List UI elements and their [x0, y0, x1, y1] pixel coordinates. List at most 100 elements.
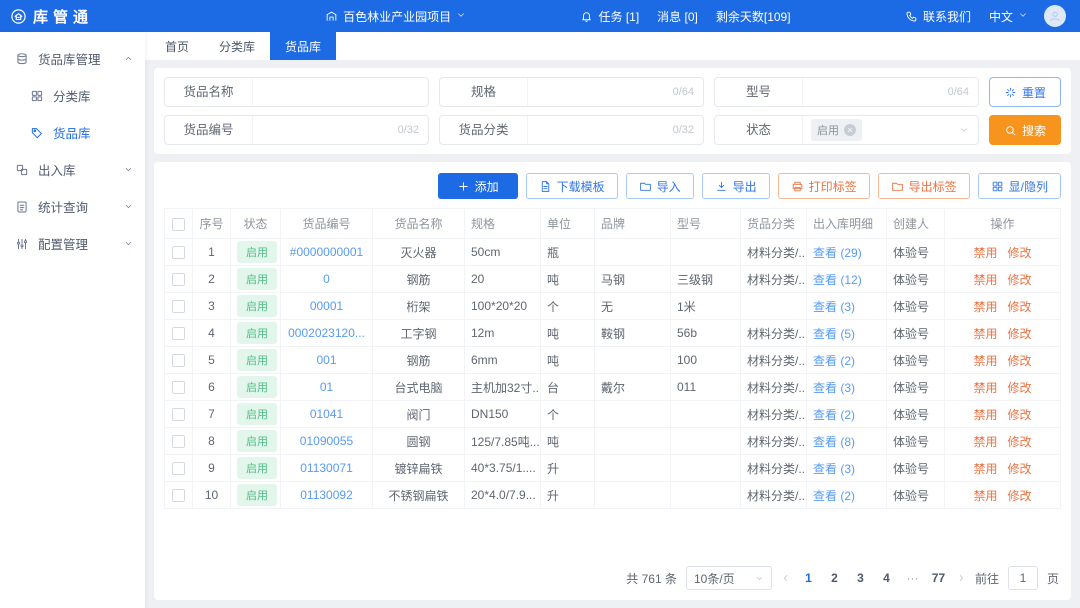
disable-link[interactable]: 禁用: [973, 300, 997, 314]
edit-link[interactable]: 修改: [1008, 489, 1032, 503]
goods-name-input[interactable]: [253, 78, 428, 106]
spec-input[interactable]: [528, 78, 673, 106]
edit-link[interactable]: 修改: [1008, 300, 1032, 314]
model-input[interactable]: [803, 78, 948, 106]
disable-link[interactable]: 禁用: [973, 327, 997, 341]
edit-link[interactable]: 修改: [1008, 327, 1032, 341]
export-button[interactable]: 导出: [702, 173, 770, 199]
page-number[interactable]: 3: [852, 571, 869, 585]
disable-link[interactable]: 禁用: [973, 246, 997, 260]
row-checkbox[interactable]: [172, 381, 185, 394]
goods-code-link[interactable]: 00001: [310, 299, 343, 313]
row-checkbox[interactable]: [172, 273, 185, 286]
goods-code-link[interactable]: 01: [320, 380, 333, 394]
cell-name: 镀锌扁铁: [373, 455, 465, 482]
language-selector[interactable]: 中文: [989, 8, 1028, 25]
cell-index: 1: [193, 239, 231, 266]
user-avatar[interactable]: [1044, 5, 1066, 27]
view-record-link[interactable]: 查看 (8): [813, 435, 855, 449]
view-record-link[interactable]: 查看 (2): [813, 408, 855, 422]
sidebar-item-statistics-query[interactable]: 统计查询: [0, 188, 145, 225]
next-page-button[interactable]: [956, 573, 966, 583]
disable-link[interactable]: 禁用: [973, 408, 997, 422]
view-record-link[interactable]: 查看 (3): [813, 300, 855, 314]
goods-code-link[interactable]: 01130071: [300, 461, 353, 475]
goods-code-input[interactable]: [253, 116, 398, 144]
sidebar-item-category-library[interactable]: 分类库: [0, 77, 145, 114]
view-record-link[interactable]: 查看 (3): [813, 462, 855, 476]
edit-link[interactable]: 修改: [1008, 408, 1032, 422]
cell-spec: 20: [465, 266, 541, 293]
page-number[interactable]: 1: [800, 571, 817, 585]
download-template-button[interactable]: 下载模板: [526, 173, 618, 199]
view-record-link[interactable]: 查看 (12): [813, 273, 862, 287]
search-button[interactable]: 搜索: [989, 115, 1061, 145]
disable-link[interactable]: 禁用: [973, 273, 997, 287]
row-checkbox[interactable]: [172, 489, 185, 502]
contact-button[interactable]: 联系我们: [905, 8, 971, 25]
goods-code-link[interactable]: 0002023120...: [288, 326, 365, 340]
clear-tag-icon[interactable]: [844, 124, 856, 136]
goods-code-link[interactable]: 01090055: [300, 434, 353, 448]
export-tags-button[interactable]: 导出标签: [878, 173, 970, 199]
print-label-button[interactable]: 打印标签: [778, 173, 870, 199]
disable-link[interactable]: 禁用: [973, 462, 997, 476]
goods-code-link[interactable]: 01041: [310, 407, 343, 421]
messages-button[interactable]: 消息 [0]: [657, 8, 698, 25]
sidebar-item-configuration-management[interactable]: 配置管理: [0, 225, 145, 262]
disable-link[interactable]: 禁用: [973, 489, 997, 503]
edit-link[interactable]: 修改: [1008, 462, 1032, 476]
import-label: 导入: [657, 178, 681, 195]
goto-page-input[interactable]: [1008, 566, 1038, 590]
sidebar-item-goods-library-management[interactable]: 货品库管理: [0, 40, 145, 77]
goods-code-link[interactable]: 0: [323, 272, 330, 286]
status-select[interactable]: 状态 启用: [714, 115, 979, 145]
reset-button[interactable]: 重置: [989, 77, 1061, 107]
page-number[interactable]: 77: [930, 571, 947, 585]
row-checkbox[interactable]: [172, 354, 185, 367]
tab-category-library[interactable]: 分类库: [204, 32, 270, 60]
add-button[interactable]: 添加: [438, 173, 518, 199]
view-record-link[interactable]: 查看 (2): [813, 354, 855, 368]
row-checkbox[interactable]: [172, 408, 185, 421]
disable-link[interactable]: 禁用: [973, 435, 997, 449]
import-button[interactable]: 导入: [626, 173, 694, 199]
tasks-button[interactable]: 任务 [1]: [580, 8, 639, 25]
page-number[interactable]: 2: [826, 571, 843, 585]
table-row: 7 启用 01041 阀门 DN150 个 材料分类/... 查看 (2) 体验…: [165, 401, 1061, 428]
total-count: 共 761 条: [626, 570, 677, 587]
edit-link[interactable]: 修改: [1008, 381, 1032, 395]
toggle-columns-button[interactable]: 显/隐列: [978, 173, 1061, 199]
tab-goods-library[interactable]: 货品库: [270, 32, 336, 60]
goods-code-link[interactable]: 001: [316, 353, 336, 367]
disable-link[interactable]: 禁用: [973, 354, 997, 368]
view-record-link[interactable]: 查看 (2): [813, 489, 855, 503]
edit-link[interactable]: 修改: [1008, 435, 1032, 449]
tab-home[interactable]: 首页: [150, 32, 204, 60]
row-checkbox[interactable]: [172, 327, 185, 340]
view-record-link[interactable]: 查看 (3): [813, 381, 855, 395]
sidebar-item-goods-library[interactable]: 货品库: [0, 114, 145, 151]
prev-page-button[interactable]: [781, 573, 791, 583]
col-unit: 单位: [541, 209, 595, 239]
select-all-checkbox[interactable]: [172, 218, 185, 231]
row-checkbox[interactable]: [172, 462, 185, 475]
edit-link[interactable]: 修改: [1008, 246, 1032, 260]
goods-code-link[interactable]: 01130092: [300, 488, 353, 502]
page-number[interactable]: 4: [878, 571, 895, 585]
view-record-link[interactable]: 查看 (29): [813, 246, 862, 260]
edit-link[interactable]: 修改: [1008, 354, 1032, 368]
edit-link[interactable]: 修改: [1008, 273, 1032, 287]
row-checkbox[interactable]: [172, 246, 185, 259]
goods-category-input[interactable]: [528, 116, 673, 144]
view-record-link[interactable]: 查看 (5): [813, 327, 855, 341]
row-checkbox[interactable]: [172, 435, 185, 448]
row-checkbox[interactable]: [172, 300, 185, 313]
page-size-select[interactable]: 10条/页: [686, 566, 772, 590]
sidebar-item-inbound-outbound[interactable]: 出入库: [0, 151, 145, 188]
disable-link[interactable]: 禁用: [973, 381, 997, 395]
more-pages-icon[interactable]: ···: [904, 571, 921, 585]
project-selector[interactable]: 百色林业产业园项目: [325, 8, 466, 25]
goods-code-link[interactable]: #0000000001: [290, 245, 363, 259]
view-label: 查看: [813, 462, 837, 476]
